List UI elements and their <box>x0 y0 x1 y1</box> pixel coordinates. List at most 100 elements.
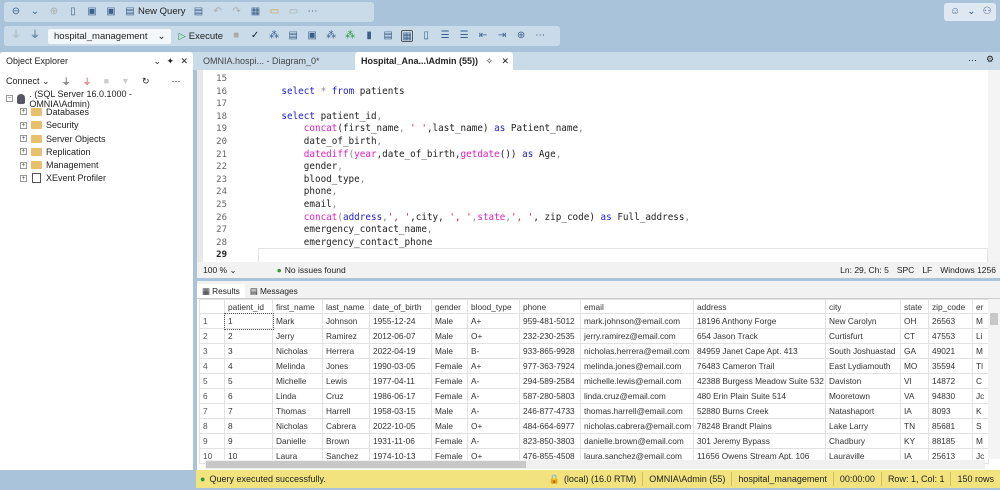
expand-icon[interactable]: + <box>20 148 27 155</box>
table-cell[interactable]: 959-481-5012 <box>520 314 581 329</box>
table-cell[interactable]: 4 <box>225 359 273 374</box>
table-cell[interactable]: 301 Jeremy Bypass <box>694 434 826 449</box>
table-cell[interactable]: 933-865-9928 <box>520 344 581 359</box>
table-cell[interactable]: 587-280-5803 <box>520 389 581 404</box>
tree-node[interactable]: +XEvent Profiler <box>20 172 187 185</box>
table-cell[interactable]: Brown <box>323 434 370 449</box>
zoom-select[interactable]: 100 % ⌄ <box>203 265 237 276</box>
table-cell[interactable]: Chadbury <box>826 434 901 449</box>
table-cell[interactable]: mark.johnson@email.com <box>581 314 694 329</box>
table-cell[interactable]: Male <box>432 314 468 329</box>
table-cell[interactable]: GA <box>901 344 929 359</box>
close-icon[interactable]: ✕ <box>180 52 188 70</box>
table-cell[interactable]: Ramirez <box>323 329 370 344</box>
table-cell[interactable]: 78248 Brandt Plains <box>694 419 826 434</box>
column-header[interactable]: address <box>694 300 826 314</box>
more-icon[interactable]: ⋯ <box>307 6 319 18</box>
table-cell[interactable]: Mark <box>273 314 323 329</box>
issues-text[interactable]: No issues found <box>285 265 346 275</box>
table-row[interactable]: 66LindaCruz1986-06-17FemaleA-587-280-580… <box>200 389 989 404</box>
table-cell[interactable]: thomas.harrell@email.com <box>581 404 694 419</box>
chevron-down-icon[interactable]: ⌄ <box>153 52 161 70</box>
table-cell[interactable]: 35594 <box>929 359 973 374</box>
table-cell[interactable]: New Carolyn <box>826 314 901 329</box>
query-icon[interactable]: ▤ <box>193 6 205 18</box>
table-cell[interactable]: linda.cruz@email.com <box>581 389 694 404</box>
table-cell[interactable]: Herrera <box>323 344 370 359</box>
table-cell[interactable]: Nicholas <box>273 419 323 434</box>
back-icon[interactable]: ⊖ <box>10 6 22 18</box>
table-cell[interactable]: M <box>973 344 989 359</box>
expand-icon[interactable]: + <box>20 162 27 169</box>
pin-icon[interactable]: ✧ <box>485 52 493 70</box>
tab-messages[interactable]: ▤ Messages <box>245 284 303 298</box>
table-cell[interactable]: 1977-04-11 <box>370 374 432 389</box>
row-number[interactable]: 8 <box>200 419 225 434</box>
save-icon[interactable]: ▣ <box>86 6 98 18</box>
table-cell[interactable]: Cruz <box>323 389 370 404</box>
table-cell[interactable]: 88185 <box>929 434 973 449</box>
table-cell[interactable]: South Joshuastad <box>826 344 901 359</box>
table-cell[interactable]: Female <box>432 389 468 404</box>
table-cell[interactable]: jerry.ramirez@email.com <box>581 329 694 344</box>
table-cell[interactable]: Jones <box>323 359 370 374</box>
query-options-icon[interactable]: ▤ <box>287 30 299 42</box>
table-cell[interactable]: OH <box>901 314 929 329</box>
table-cell[interactable]: Female <box>432 434 468 449</box>
table-cell[interactable]: Jc <box>973 389 989 404</box>
table-cell[interactable]: 18196 Anthony Forge <box>694 314 826 329</box>
table-cell[interactable]: 85681 <box>929 419 973 434</box>
tree-node[interactable]: +Security <box>20 119 187 132</box>
table-cell[interactable]: CT <box>901 329 929 344</box>
table-cell[interactable]: Harrell <box>323 404 370 419</box>
column-header[interactable]: phone <box>520 300 581 314</box>
expand-icon[interactable]: + <box>20 108 27 115</box>
table-cell[interactable]: TN <box>901 419 929 434</box>
tree-node[interactable]: +Replication <box>20 145 187 158</box>
table-cell[interactable]: A- <box>468 434 520 449</box>
table-cell[interactable]: A+ <box>468 359 520 374</box>
table-cell[interactable]: 14872 <box>929 374 973 389</box>
client-stats-icon[interactable]: ▮ <box>363 30 375 42</box>
table-cell[interactable]: C <box>973 374 989 389</box>
uncomment-icon[interactable]: ☰ <box>458 30 470 42</box>
expand-icon[interactable]: + <box>20 135 27 142</box>
table-cell[interactable]: Cabrera <box>323 419 370 434</box>
table-cell[interactable]: IA <box>901 404 929 419</box>
table-cell[interactable]: Curtisfurt <box>826 329 901 344</box>
refresh-icon[interactable]: ↻ <box>142 76 150 87</box>
activity-monitor-icon[interactable]: ▦ <box>250 6 262 18</box>
tab-query[interactable]: Hospital_Ana...\Admin (55)) ✧ ✕ <box>355 52 513 70</box>
open-folder-icon[interactable]: ▭ <box>269 6 281 18</box>
table-cell[interactable]: 1990-03-05 <box>370 359 432 374</box>
table-cell[interactable]: 823-850-3803 <box>520 434 581 449</box>
table-cell[interactable]: 232-230-2535 <box>520 329 581 344</box>
column-header[interactable]: zip_code <box>929 300 973 314</box>
indent-icon[interactable]: ⇥ <box>496 30 508 42</box>
table-cell[interactable]: nicholas.herrera@email.com <box>581 344 694 359</box>
expand-icon[interactable]: + <box>20 175 27 182</box>
table-cell[interactable]: S <box>973 419 989 434</box>
disconnect-icon[interactable]: ⏚ <box>83 75 92 88</box>
table-row[interactable]: 88NicholasCabrera2022-10-05MaleO+484-664… <box>200 419 989 434</box>
table-cell[interactable]: 42388 Burgess Meadow Suite 532 <box>694 374 826 389</box>
new-file-icon[interactable]: ▯ <box>67 6 79 18</box>
table-cell[interactable]: A+ <box>468 314 520 329</box>
table-cell[interactable]: 26563 <box>929 314 973 329</box>
window-icon[interactable]: ▭ <box>288 6 300 18</box>
execute-button[interactable]: ▷Execute <box>178 31 223 42</box>
table-cell[interactable]: KY <box>901 434 929 449</box>
row-number[interactable]: 6 <box>200 389 225 404</box>
chevron-down-icon[interactable]: ⌄ <box>29 6 41 18</box>
feedback-icon[interactable]: ☺ <box>950 6 960 18</box>
stop-icon[interactable]: ■ <box>230 30 242 42</box>
table-cell[interactable]: Thomas <box>273 404 323 419</box>
forward-icon[interactable]: ⊕ <box>48 6 60 18</box>
table-cell[interactable]: 2012-06-07 <box>370 329 432 344</box>
table-cell[interactable]: 1931-11-06 <box>370 434 432 449</box>
results-to-icon[interactable]: ▣ <box>306 30 318 42</box>
table-cell[interactable]: Jerry <box>273 329 323 344</box>
vertical-scrollbar[interactable] <box>988 70 1000 262</box>
table-cell[interactable]: 1 <box>225 314 273 329</box>
table-cell[interactable]: 6 <box>225 389 273 404</box>
